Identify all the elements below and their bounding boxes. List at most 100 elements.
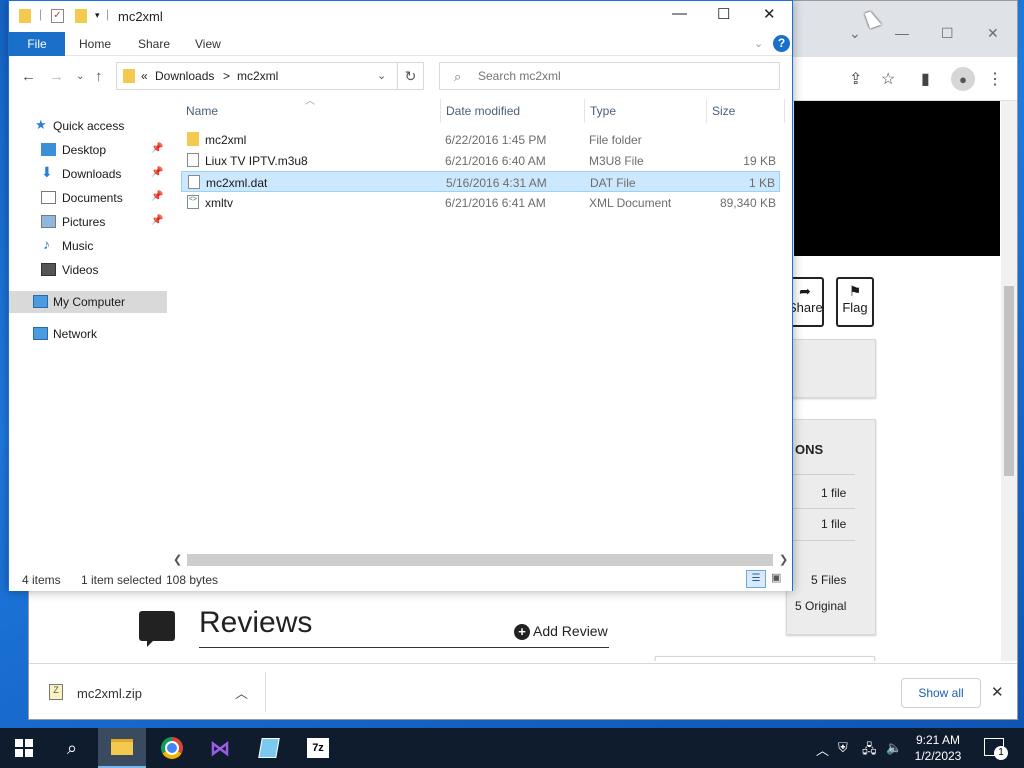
show-all-button[interactable]: Show all <box>901 678 981 708</box>
nav-pictures[interactable]: Pictures 📌 <box>9 211 167 233</box>
taskbar-notepad[interactable] <box>245 728 293 768</box>
file-row[interactable]: mc2xml 6/22/2016 1:45 PM File folder <box>181 129 780 150</box>
pin-icon[interactable]: 📌 <box>151 143 163 154</box>
minimize-icon[interactable]: — <box>895 25 909 41</box>
volume-icon[interactable]: 🔈 <box>886 740 902 756</box>
nav-label: Music <box>62 239 94 253</box>
folder-icon <box>123 69 135 83</box>
download-original[interactable]: 5 Original <box>795 599 846 613</box>
comment-icon <box>139 611 175 647</box>
divider <box>787 508 855 509</box>
tab-view[interactable]: View <box>195 37 221 51</box>
details-view-icon[interactable]: ☰ <box>746 570 766 588</box>
breadcrumb-overflow[interactable]: « <box>141 69 148 83</box>
search-input[interactable] <box>478 67 768 85</box>
pin-icon[interactable]: 📌 <box>151 215 163 226</box>
tab-search-icon[interactable]: ⌄ <box>849 25 861 42</box>
column-divider[interactable] <box>784 99 785 123</box>
info-box <box>786 339 876 398</box>
maximize-icon[interactable]: ☐ <box>717 5 730 23</box>
tab-share[interactable]: Share <box>138 37 170 51</box>
download-filename[interactable]: mc2xml.zip <box>77 686 142 701</box>
taskbar-visual-studio[interactable]: ⋈ <box>196 728 244 768</box>
expand-ribbon-icon[interactable]: ⌄ <box>754 37 763 50</box>
nav-desktop[interactable]: Desktop 📌 <box>9 139 167 161</box>
file-row-selected[interactable]: mc2xml.dat 5/16/2016 4:31 AM DAT File 1 … <box>181 171 780 192</box>
horizontal-scrollbar[interactable]: ❮ ❯ <box>167 552 792 569</box>
start-button[interactable] <box>0 728 48 768</box>
minimize-icon[interactable]: — <box>672 5 687 22</box>
scrollbar-thumb[interactable] <box>187 554 773 566</box>
scrollbar-thumb[interactable] <box>1004 286 1014 476</box>
clock-date: 1/2/2023 <box>914 749 962 763</box>
nav-label: Network <box>53 327 98 341</box>
address-bar[interactable]: « Downloads > mc2xml ⌄ <box>116 62 398 90</box>
column-divider[interactable] <box>440 99 441 123</box>
nav-quick-access[interactable]: ★ Quick access <box>9 115 167 137</box>
clock[interactable]: 9:21 AM 1/2/2023 <box>905 732 971 764</box>
breadcrumb-downloads[interactable]: Downloads <box>155 69 214 83</box>
close-download-bar-icon[interactable]: ✕ <box>991 683 1004 701</box>
tab-home[interactable]: Home <box>79 37 111 51</box>
bookmark-star-icon[interactable]: ☆ <box>881 69 895 89</box>
new-folder-icon[interactable] <box>75 9 87 23</box>
column-date-modified[interactable]: Date modified <box>446 104 520 118</box>
download-row-1[interactable]: 1 file <box>821 486 846 500</box>
search-button[interactable]: ⌕ <box>48 728 96 768</box>
tab-file[interactable]: File <box>9 32 65 56</box>
large-icons-view-icon[interactable]: ▣ <box>771 571 787 585</box>
video-player[interactable] <box>794 101 1000 256</box>
nav-music[interactable]: ♪ Music <box>9 235 167 257</box>
nav-network[interactable]: Network <box>9 323 167 345</box>
chevron-up-icon[interactable]: ︿ <box>235 683 248 702</box>
nav-my-computer[interactable]: My Computer <box>9 291 167 313</box>
windows-logo-icon <box>15 739 33 757</box>
security-icon[interactable]: ⛨ <box>838 740 848 756</box>
chevron-up-icon[interactable]: ︿ <box>816 740 829 759</box>
flag-button[interactable]: ⚑ Flag <box>836 277 874 327</box>
download-row-2[interactable]: 1 file <box>821 517 846 531</box>
recent-locations-icon[interactable]: ⌄ <box>76 71 84 82</box>
nav-documents[interactable]: Documents 📌 <box>9 187 167 209</box>
help-icon[interactable]: ? <box>773 35 790 52</box>
share-page-icon[interactable]: ⇪ <box>849 69 862 89</box>
network-icon[interactable]: 🖧 <box>862 740 877 762</box>
navigation-bar: ← → ⌄ ↑ « Downloads > mc2xml ⌄ ↻ ⌕ <box>9 56 792 96</box>
scroll-right-icon[interactable]: ❯ <box>779 553 788 566</box>
download-files-count[interactable]: 5 Files <box>811 573 846 587</box>
file-row[interactable]: <> xmltv 6/21/2016 6:41 AM XML Document … <box>181 192 780 213</box>
breadcrumb-mc2xml[interactable]: mc2xml <box>237 69 278 83</box>
search-box[interactable]: ⌕ <box>439 62 780 90</box>
column-divider[interactable] <box>584 99 585 123</box>
close-icon[interactable]: ✕ <box>763 5 776 23</box>
breadcrumb-separator[interactable]: > <box>223 69 230 83</box>
nav-videos[interactable]: Videos <box>9 259 167 281</box>
side-panel-icon[interactable]: ▮ <box>921 69 930 89</box>
taskbar-chrome[interactable] <box>148 728 196 768</box>
scroll-left-icon[interactable]: ❮ <box>173 553 182 566</box>
refresh-icon[interactable]: ↻ <box>398 62 424 90</box>
back-arrow-icon[interactable]: ← <box>21 68 36 85</box>
column-name[interactable]: Name <box>186 104 218 118</box>
column-type[interactable]: Type <box>590 104 616 118</box>
chevron-down-icon[interactable]: ⌄ <box>377 69 386 82</box>
file-row[interactable]: Liux TV IPTV.m3u8 6/21/2016 6:40 AM M3U8… <box>181 150 780 171</box>
download-bar: Z mc2xml.zip ︿ Show all ✕ <box>29 663 1017 719</box>
close-icon[interactable]: ✕ <box>987 25 999 42</box>
page-scrollbar[interactable] <box>1001 101 1017 661</box>
taskbar-7zip[interactable]: 7z <box>294 728 342 768</box>
maximize-icon[interactable]: ☐ <box>941 25 954 42</box>
more-menu-icon[interactable]: ⋮ <box>987 69 1003 89</box>
column-size[interactable]: Size <box>712 104 735 118</box>
pin-icon[interactable]: 📌 <box>151 191 163 202</box>
up-arrow-icon[interactable]: ↑ <box>95 68 103 85</box>
customize-toolbar-icon[interactable]: ▾ <box>95 10 100 21</box>
taskbar-file-explorer[interactable] <box>98 728 146 768</box>
add-review-link[interactable]: + Add Review <box>514 623 608 640</box>
profile-avatar[interactable]: ● <box>951 67 975 91</box>
column-divider[interactable] <box>706 99 707 123</box>
pin-icon[interactable]: 📌 <box>151 167 163 178</box>
nav-downloads[interactable]: ⬇ Downloads 📌 <box>9 163 167 185</box>
forward-arrow-icon[interactable]: → <box>49 68 64 85</box>
properties-icon[interactable]: ✓ <box>51 9 64 23</box>
